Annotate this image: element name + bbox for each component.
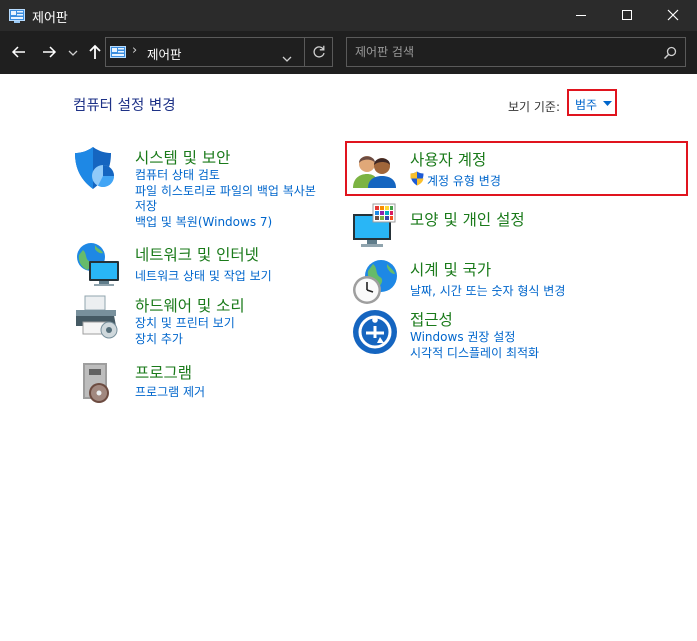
refresh-icon: [313, 45, 325, 58]
ease-of-access-icon: [353, 310, 397, 354]
navigation-bar: › 제어판: [0, 31, 697, 74]
category-title-ease-of-access[interactable]: 접근성: [410, 308, 453, 330]
link-backup-restore[interactable]: 백업 및 복원(Windows 7): [135, 213, 272, 230]
category-network-internet: 네트워크 및 인터넷 네트워크 상태 및 작업 보기: [73, 241, 343, 289]
close-icon: [667, 9, 679, 21]
divider: [304, 38, 305, 66]
close-button[interactable]: [650, 0, 696, 31]
arrow-left-icon: [11, 46, 25, 58]
category-system-security: 시스템 및 보안 컴퓨터 상태 검토 파일 히스토리로 파일의 백업 복사본 저…: [73, 144, 343, 234]
maximize-button[interactable]: [604, 0, 650, 31]
shield-icon: [75, 147, 114, 189]
link-windows-recommended-settings[interactable]: Windows 권장 설정: [410, 328, 515, 345]
back-button[interactable]: [8, 40, 30, 64]
category-ease-of-access: 접근성 Windows 권장 설정 시각적 디스플레이 최적화: [351, 308, 681, 360]
breadcrumb-control-panel[interactable]: 제어판: [147, 44, 182, 63]
category-clock-region: 시계 및 국가 날짜, 시간 또는 숫자 형식 변경: [351, 258, 681, 306]
link-devices-printers[interactable]: 장치 및 프린터 보기: [135, 314, 235, 331]
page-title: 컴퓨터 설정 변경: [73, 98, 176, 114]
caret-down-icon: [603, 101, 612, 106]
uac-shield-icon: [410, 171, 424, 186]
programs-icon: [83, 363, 109, 403]
search-icon[interactable]: [663, 45, 677, 64]
link-optimize-visual-display[interactable]: 시각적 디스플레이 최적화: [410, 344, 539, 361]
link-review-computer-status[interactable]: 컴퓨터 상태 검토: [135, 166, 220, 183]
category-title-clock-region[interactable]: 시계 및 국가: [410, 258, 491, 280]
link-network-status[interactable]: 네트워크 상태 및 작업 보기: [135, 267, 272, 284]
category-appearance: 모양 및 개인 설정: [351, 202, 681, 250]
appearance-icon: [353, 203, 396, 247]
control-panel-icon: [110, 45, 126, 64]
category-title-user-accounts[interactable]: 사용자 계정: [410, 148, 486, 170]
arrow-up-icon: [89, 44, 101, 59]
maximize-icon: [622, 10, 632, 20]
view-by-dropdown[interactable]: 범주: [567, 89, 617, 116]
category-user-accounts: 사용자 계정 계정 유형 변경: [351, 148, 681, 192]
category-title-hardware-sound[interactable]: 하드웨어 및 소리: [135, 294, 245, 316]
chevron-down-icon: [282, 56, 292, 62]
view-by-label: 보기 기준:: [508, 100, 561, 114]
address-dropdown-button[interactable]: [282, 48, 292, 67]
link-date-time-format[interactable]: 날짜, 시간 또는 숫자 형식 변경: [410, 282, 565, 299]
minimize-button[interactable]: [558, 0, 604, 31]
title-bar: 제어판: [0, 0, 697, 31]
clock-globe-icon: [353, 260, 397, 304]
search-input[interactable]: [355, 43, 645, 61]
window-title: 제어판: [32, 11, 68, 26]
search-box: [346, 37, 686, 67]
category-title-programs[interactable]: 프로그램: [135, 361, 192, 383]
arrow-right-icon: [43, 46, 57, 58]
chevron-down-icon: [68, 50, 78, 56]
control-panel-icon: [9, 8, 25, 27]
minimize-icon: [576, 15, 586, 16]
content-area: 컴퓨터 설정 변경 보기 기준: 범주 시스템 및 보안 컴퓨터 상태 검토 파…: [0, 74, 697, 641]
view-by-value[interactable]: 범주: [575, 96, 597, 113]
breadcrumb-separator-icon: ›: [132, 43, 138, 58]
recent-locations-button[interactable]: [66, 40, 80, 64]
network-globe-icon: [77, 243, 119, 286]
link-change-account-type[interactable]: 계정 유형 변경: [427, 172, 501, 189]
link-add-device[interactable]: 장치 추가: [135, 330, 183, 347]
forward-button[interactable]: [38, 40, 60, 64]
category-hardware-sound: 하드웨어 및 소리 장치 및 프린터 보기 장치 추가: [73, 292, 343, 352]
link-file-history-backup-cont[interactable]: 저장: [135, 197, 157, 214]
refresh-button[interactable]: [311, 44, 327, 64]
category-title-network-internet[interactable]: 네트워크 및 인터넷: [135, 243, 259, 265]
link-file-history-backup[interactable]: 파일 히스토리로 파일의 백업 복사본: [135, 182, 316, 199]
link-uninstall-program[interactable]: 프로그램 제거: [135, 383, 205, 400]
category-programs: 프로그램 프로그램 제거: [73, 359, 343, 407]
category-title-system-security[interactable]: 시스템 및 보안: [135, 146, 230, 168]
user-accounts-icon: [353, 156, 396, 188]
address-box[interactable]: › 제어판: [105, 37, 333, 67]
printer-icon: [76, 295, 118, 339]
up-button[interactable]: [84, 40, 106, 64]
category-title-appearance[interactable]: 모양 및 개인 설정: [410, 208, 525, 230]
